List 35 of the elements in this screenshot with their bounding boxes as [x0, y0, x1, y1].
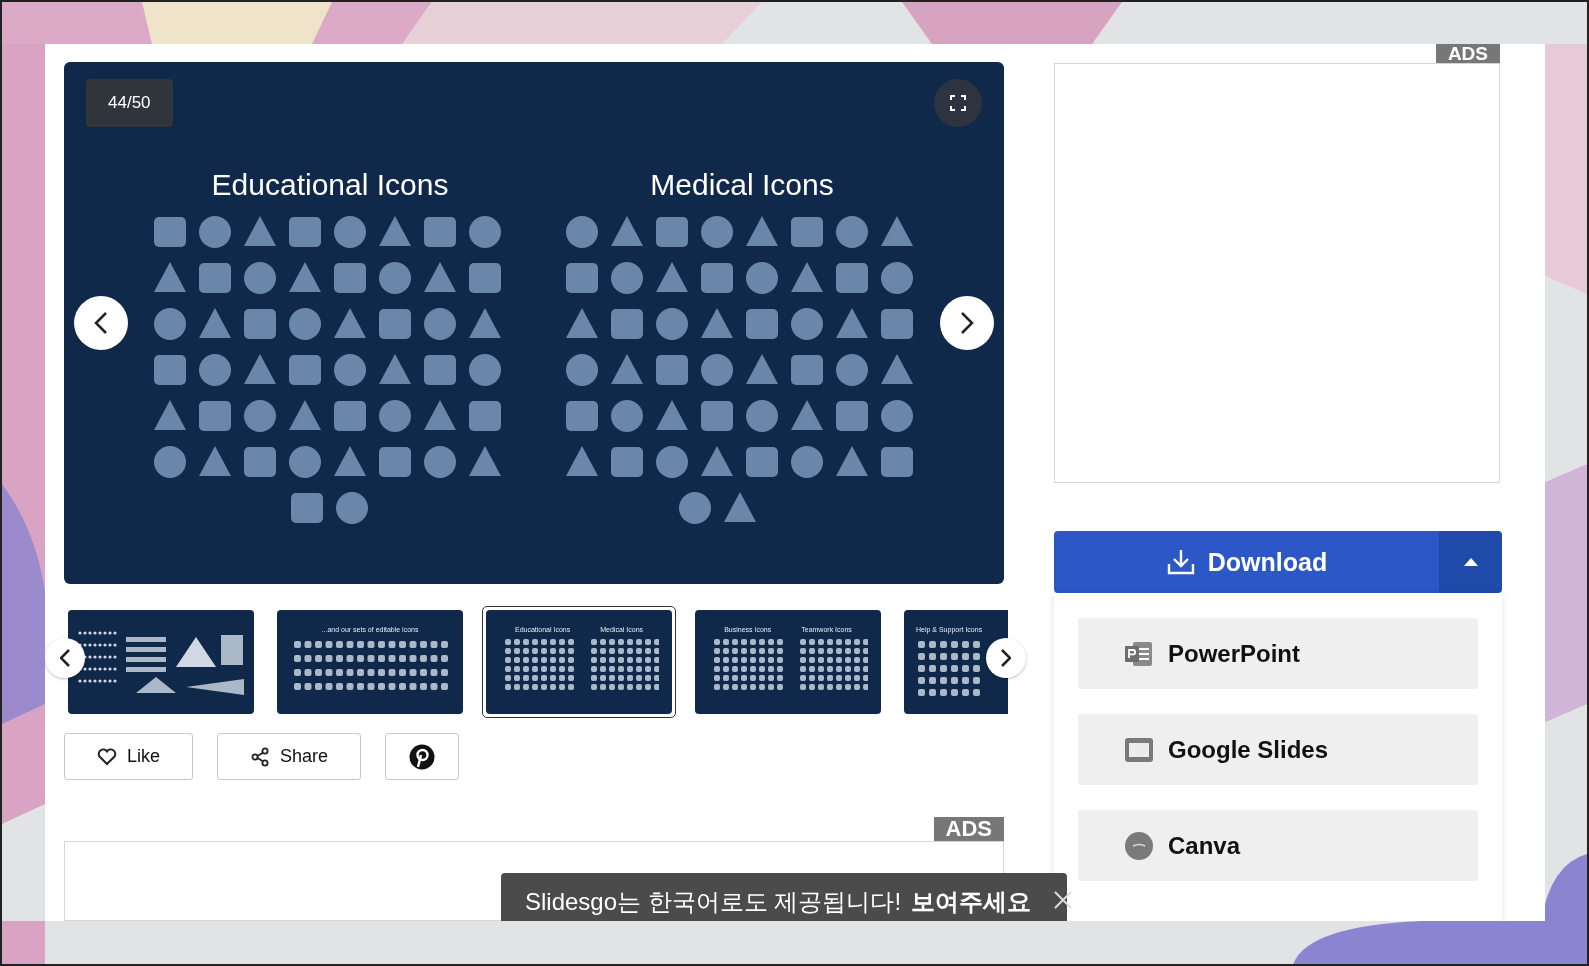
fullscreen-icon [949, 94, 967, 112]
canva-logo-icon [1124, 830, 1154, 861]
chevron-left-icon [60, 649, 70, 667]
slide-counter: 44/50 [86, 79, 173, 127]
format-option[interactable]: PowerPoint [1078, 618, 1478, 689]
toast-message: Slidesgo는 한국어로도 제공됩니다! [525, 887, 902, 917]
next-button[interactable] [940, 296, 994, 350]
share-button[interactable]: Share [217, 733, 362, 780]
slide-title: Medical Icons [650, 168, 834, 202]
close-icon [1053, 890, 1074, 910]
format-option[interactable]: Google Slides [1078, 714, 1478, 785]
slide-title: Educational Icons [211, 168, 449, 202]
share-icon [250, 746, 271, 767]
dropdown-toggle[interactable] [1439, 531, 1502, 593]
format-option[interactable]: Canva [1078, 810, 1478, 881]
like-button[interactable]: Like [64, 733, 194, 780]
caret-icon [1462, 557, 1479, 567]
chevron-left-icon [94, 311, 108, 335]
download-icon [1165, 548, 1196, 576]
slides-icon [1124, 735, 1154, 764]
previous-button[interactable] [45, 638, 85, 678]
download-button[interactable]: Download [1054, 531, 1439, 593]
presentation-file-icon [1124, 639, 1154, 668]
pinterest-icon [409, 743, 436, 770]
slide-thumbnail[interactable] [68, 610, 254, 714]
previous-button[interactable] [74, 296, 128, 350]
pinterest-button[interactable] [385, 733, 460, 780]
next-button[interactable] [986, 638, 1026, 678]
ads-label: ADS [1435, 44, 1500, 63]
fullscreen-button[interactable] [934, 79, 982, 127]
ads-label: ADS [933, 817, 1004, 841]
toast-action-link[interactable]: 보여주세요 [911, 886, 1032, 918]
chevron-right-icon [1001, 649, 1011, 667]
chevron-right-icon [960, 311, 974, 335]
heart-icon [97, 747, 117, 766]
